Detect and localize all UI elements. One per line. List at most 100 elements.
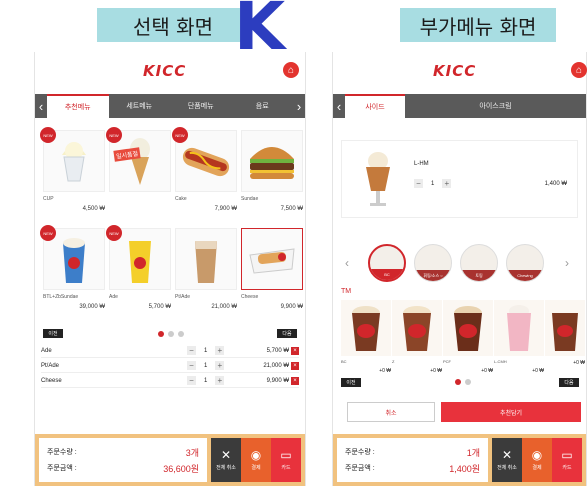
cup-icecream-icon xyxy=(62,142,86,182)
side-item-image xyxy=(494,300,544,356)
clear-all-button[interactable]: ✕ 전체 취소 xyxy=(492,438,522,482)
pay-button[interactable]: ◉ 결제 xyxy=(241,438,271,482)
next-page-button[interactable]: 다음 xyxy=(559,378,579,387)
selected-item-name: L-HM xyxy=(414,161,429,167)
page-dot-active[interactable] xyxy=(455,379,461,385)
close-icon: ✕ xyxy=(501,448,513,462)
option-item-selected[interactable]: BC xyxy=(368,244,406,282)
remove-item-icon[interactable]: × xyxy=(291,361,299,370)
page-dot-active[interactable] xyxy=(158,331,164,337)
order-qty: 1 xyxy=(204,362,208,369)
side-item-image xyxy=(341,300,391,356)
side-item[interactable]: PCF +0 ₩ xyxy=(443,300,493,374)
product-card-burger[interactable]: Sundae 7,500 ₩ xyxy=(241,130,303,212)
product-card-btl-sundae[interactable]: NEW BTL+ZbSundae 39,000 ₩ xyxy=(40,225,105,310)
product-card-ade[interactable]: NEW Ade 5,700 ₩ xyxy=(106,225,171,310)
card-icon: ▭ xyxy=(561,448,573,462)
tab-icecream[interactable]: 아이스크림 xyxy=(405,94,586,118)
tab-next-arrow-icon[interactable]: › xyxy=(293,94,305,118)
page-dot[interactable] xyxy=(465,379,471,385)
increase-button[interactable]: + xyxy=(215,346,225,355)
side-item-name: PCF xyxy=(443,359,451,364)
product-card-cup[interactable]: NEW CUP 4,500 ₩ xyxy=(40,127,105,212)
option-carousel: ‹ BC 휘핑/소스 ○ 토핑 Chewing › xyxy=(333,244,586,284)
dq-cup-icon xyxy=(352,306,380,351)
prev-page-button[interactable]: 이전 xyxy=(341,378,361,387)
chevron-left-icon[interactable]: ‹ xyxy=(345,256,349,270)
product-name: Cake xyxy=(175,196,187,202)
product-price: 7,500 ₩ xyxy=(280,206,303,212)
k-mark: K xyxy=(234,0,286,65)
decrease-button[interactable]: − xyxy=(187,361,196,370)
next-page-button[interactable]: 다음 xyxy=(277,329,297,338)
cancel-button[interactable]: 취소 xyxy=(347,402,435,422)
remove-item-icon[interactable]: × xyxy=(291,346,299,355)
product-image: NEW xyxy=(106,225,171,290)
side-item[interactable]: +0 ₩ xyxy=(545,300,585,366)
remove-item-icon[interactable]: × xyxy=(291,376,299,385)
decrease-button[interactable]: − xyxy=(414,179,423,188)
option-item[interactable]: 휘핑/소스 ○ xyxy=(414,244,452,282)
product-name: CUP xyxy=(43,196,54,202)
quantity-stepper: − 1 + xyxy=(187,361,247,370)
selected-item-qty: 1 xyxy=(431,180,435,187)
new-badge: NEW xyxy=(106,127,122,143)
tab-side[interactable]: 사이드 xyxy=(345,94,405,118)
decrease-button[interactable]: − xyxy=(187,376,196,385)
option-item[interactable]: Chewing xyxy=(506,244,544,282)
quantity-stepper: − 1 + xyxy=(414,179,474,188)
clear-all-button[interactable]: ✕ 전체 취소 xyxy=(211,438,241,482)
page-dot[interactable] xyxy=(168,331,174,337)
side-item[interactable]: Z +0 ₩ xyxy=(392,300,442,374)
side-item-image xyxy=(392,300,442,356)
side-item-price: +0 ₩ xyxy=(573,360,585,366)
tab-drinks[interactable]: 음료 xyxy=(232,94,294,118)
new-badge: NEW xyxy=(40,127,56,143)
order-qty-value: 1개 xyxy=(466,447,480,458)
card-button[interactable]: ▭ 카드 xyxy=(271,438,301,482)
pay-button[interactable]: ◉ 결제 xyxy=(522,438,552,482)
side-item-price: +0 ₩ xyxy=(532,368,544,374)
increase-button[interactable]: + xyxy=(215,376,225,385)
product-card-pt-ade[interactable]: Pt/Ade 21,000 ₩ xyxy=(175,228,237,310)
blue-cup-icon xyxy=(63,238,85,283)
dq-cup-icon xyxy=(403,306,431,351)
product-price: 9,900 ₩ xyxy=(280,304,303,310)
order-item-name: Ade xyxy=(41,347,52,354)
pink-drink-icon xyxy=(507,305,531,351)
product-card-cheese[interactable]: Cheese 9,900 ₩ xyxy=(241,228,303,310)
product-card-hotdog[interactable]: NEW Cake 7,900 ₩ xyxy=(172,127,237,212)
home-icon[interactable]: ⌂ xyxy=(283,62,299,78)
side-item-price: +0 ₩ xyxy=(379,368,391,374)
chevron-right-icon[interactable]: › xyxy=(565,256,569,270)
order-qty: 1 xyxy=(204,347,208,354)
card-button[interactable]: ▭ 카드 xyxy=(552,438,582,482)
increase-button[interactable]: + xyxy=(215,361,225,370)
burger-icon xyxy=(250,147,294,179)
side-item-image xyxy=(443,300,493,356)
product-card-soldout[interactable]: NEW 일시품절 xyxy=(106,127,171,206)
caption-addon-screen: 부가메뉴 화면 xyxy=(400,8,556,42)
prev-page-button[interactable]: 이전 xyxy=(43,329,63,338)
page-dot[interactable] xyxy=(178,331,184,337)
cone-icecream-icon xyxy=(130,138,150,185)
tab-prev-arrow-icon[interactable]: ‹ xyxy=(35,94,47,118)
option-item[interactable]: 토핑 xyxy=(460,244,498,282)
home-icon[interactable]: ⌂ xyxy=(571,62,587,78)
tab-prev-arrow-icon[interactable]: ‹ xyxy=(333,94,345,118)
tab-set-menu[interactable]: 세트메뉴 xyxy=(109,94,171,118)
selected-item-image xyxy=(356,147,400,211)
decrease-button[interactable]: − xyxy=(187,346,196,355)
order-qty-value: 3개 xyxy=(185,447,199,458)
side-item[interactable]: L-CMH +0 ₩ xyxy=(494,300,544,374)
order-amount-value: 36,600원 xyxy=(163,463,199,474)
selection-screen: KICC ⌂ ‹ 추천메뉴 세트메뉴 단품메뉴 음료 › NEW CUP 4,5… xyxy=(34,52,306,486)
tab-single-menu[interactable]: 단품메뉴 xyxy=(170,94,232,118)
tab-recommended[interactable]: 추천메뉴 xyxy=(47,94,109,118)
increase-button[interactable]: + xyxy=(442,179,452,188)
side-item-image xyxy=(545,300,585,356)
add-recommendation-button[interactable]: 추천담기 xyxy=(441,402,581,422)
side-item[interactable]: BC +0 ₩ xyxy=(341,300,391,374)
clear-all-label: 전체 취소 xyxy=(497,465,517,471)
order-footer: 주문수량 : 1개 주문금액 : 1,400원 ✕ 전체 취소 ◉ 결제 ▭ 카… xyxy=(333,434,586,486)
